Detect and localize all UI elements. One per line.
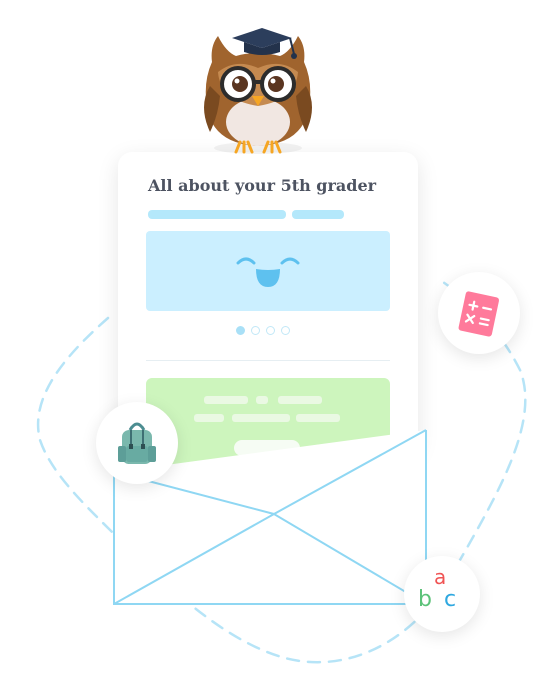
abc-letters-icon: a b c xyxy=(418,565,456,612)
carousel-dot[interactable] xyxy=(281,326,290,335)
card-title: All about your 5th grader xyxy=(148,176,377,195)
math-badge xyxy=(438,272,520,354)
carousel-dot[interactable] xyxy=(266,326,275,335)
backpack-badge xyxy=(96,402,178,484)
backpack-icon xyxy=(118,422,156,464)
svg-text:c: c xyxy=(444,587,456,612)
illustration: All about your 5th grader a b c xyxy=(0,0,550,699)
carousel-dots xyxy=(236,326,290,335)
smiley-banner xyxy=(146,231,390,311)
text-placeholder-line xyxy=(278,396,322,404)
math-symbols-icon xyxy=(458,291,500,337)
abc-badge: a b c xyxy=(404,556,480,632)
owl-mascot-icon xyxy=(204,28,312,154)
carousel-dot[interactable] xyxy=(236,326,245,335)
text-placeholder-line xyxy=(232,414,290,422)
text-placeholder-line xyxy=(194,414,224,422)
text-placeholder-bar xyxy=(148,210,286,219)
smiley-face-icon xyxy=(236,257,300,287)
text-placeholder-line xyxy=(296,414,340,422)
text-placeholder-line xyxy=(204,396,248,404)
svg-text:b: b xyxy=(418,587,432,612)
svg-text:a: a xyxy=(434,565,446,589)
divider xyxy=(146,360,390,361)
carousel-dot[interactable] xyxy=(251,326,260,335)
text-placeholder-line xyxy=(256,396,268,404)
text-placeholder-bar xyxy=(292,210,344,219)
